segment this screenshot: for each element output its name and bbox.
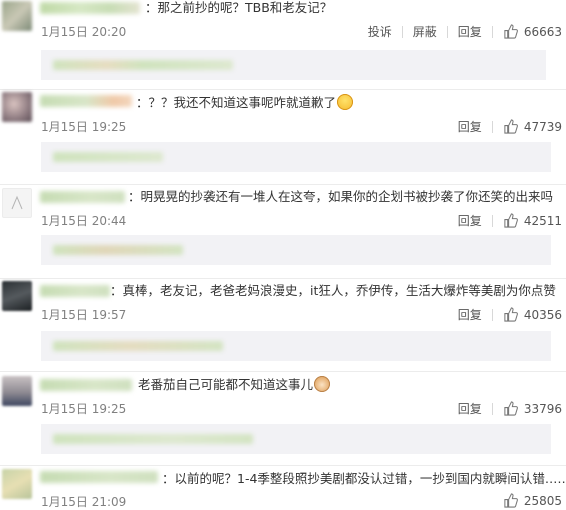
- separator: [446, 25, 448, 38]
- reply-preview[interactable]: [41, 331, 551, 361]
- thumbs-up-icon: [504, 213, 518, 228]
- comment-body: ：那之前抄的呢？TBB和老友记？: [145, 0, 333, 15]
- default-avatar-icon: [11, 195, 23, 210]
- avatar[interactable]: [2, 92, 32, 122]
- avatar[interactable]: [2, 281, 32, 311]
- like-button[interactable]: 42511: [503, 213, 562, 228]
- like-count: 47739: [523, 119, 562, 134]
- avatar[interactable]: [2, 188, 32, 218]
- timestamp: 1月15日 20:20: [41, 25, 127, 39]
- comment-text: ：以前的呢？1-4季整段照抄美剧都没认过错，一抄到国内就瞬间认错……: [162, 470, 566, 487]
- comment-body: ：以前的呢？1-4季整段照抄美剧都没认过错，一抄到国内就瞬间认错……: [162, 471, 566, 486]
- separator: [491, 308, 493, 321]
- timestamp: 1月15日 19:57: [41, 308, 127, 322]
- username[interactable]: [40, 471, 158, 483]
- reply-button[interactable]: 回复: [458, 23, 482, 40]
- reply-button[interactable]: 回复: [458, 400, 482, 417]
- block-button[interactable]: 屏蔽: [413, 23, 437, 40]
- like-count: 25805: [523, 493, 562, 508]
- like-button[interactable]: 47739: [503, 119, 562, 134]
- like-count: 33796: [523, 401, 562, 416]
- like-count: 40356: [523, 307, 562, 322]
- divider: [0, 278, 566, 279]
- timestamp: 1月15日 20:44: [41, 214, 127, 228]
- avatar[interactable]: [2, 469, 32, 499]
- like-button[interactable]: 40356: [503, 307, 562, 322]
- timestamp: 1月15日 21:09: [41, 495, 127, 509]
- like-button[interactable]: 33796: [503, 401, 562, 416]
- avatar[interactable]: [2, 376, 32, 406]
- thumbs-up-icon: [504, 307, 518, 322]
- laugh-cry-emoji-icon: [337, 94, 354, 110]
- username[interactable]: [40, 95, 132, 107]
- separator: [491, 402, 493, 415]
- reply-text: [53, 341, 223, 351]
- divider: [0, 371, 566, 372]
- separator: [491, 120, 493, 133]
- comment-body: ：明晃晃的抄袭还有一堆人在这夸，如果你的企划书被抄袭了你还笑的出来吗: [128, 189, 554, 204]
- reply-preview[interactable]: [41, 424, 551, 454]
- reply-button[interactable]: 回复: [458, 212, 482, 229]
- comment-actions: 25805: [503, 493, 562, 508]
- thumbs-up-icon: [504, 401, 518, 416]
- comment-actions: 投诉 屏蔽 回复 66663: [368, 23, 562, 40]
- like-count: 66663: [523, 24, 562, 39]
- comment-text: ：明晃晃的抄袭还有一堆人在这夸，如果你的企划书被抄袭了你还笑的出来吗: [128, 189, 553, 205]
- thumbs-up-icon: [504, 119, 518, 134]
- thumbs-up-icon: [504, 493, 518, 508]
- comment-text: ：那之前抄的呢？TBB和老友记？: [145, 0, 332, 16]
- divider: [0, 465, 566, 466]
- reply-preview[interactable]: [41, 142, 551, 172]
- comment-actions: 回复 47739: [458, 118, 562, 135]
- comment-actions: 回复 42511: [458, 212, 562, 229]
- comment-body: ：？？我还不知道这事呢咋就道歉了: [136, 95, 337, 110]
- comment-text: ：？？我还不知道这事呢咋就道歉了: [136, 94, 354, 111]
- thumbs-up-icon: [504, 24, 518, 39]
- cat-emoji-icon: [314, 376, 331, 392]
- reply-text: [53, 245, 183, 255]
- username[interactable]: [40, 379, 132, 391]
- username[interactable]: [40, 2, 140, 14]
- reply-preview[interactable]: [41, 235, 551, 265]
- reply-text: [53, 60, 233, 70]
- reply-preview[interactable]: [41, 50, 546, 80]
- comment-body: ：真棒，老友记，老爸老妈浪漫史，it狂人，乔伊传，生活大爆炸等美剧为你点赞: [110, 283, 556, 298]
- timestamp: 1月15日 19:25: [41, 402, 127, 416]
- separator: [491, 25, 493, 38]
- reply-text: [53, 434, 253, 444]
- timestamp: 1月15日 19:25: [41, 120, 127, 134]
- like-button[interactable]: 25805: [503, 493, 562, 508]
- username[interactable]: [40, 191, 125, 203]
- username[interactable]: [40, 285, 110, 297]
- like-count: 42511: [523, 213, 562, 228]
- separator: [491, 214, 493, 227]
- reply-button[interactable]: 回复: [458, 118, 482, 135]
- report-button[interactable]: 投诉: [368, 23, 392, 40]
- comment-actions: 回复 33796: [458, 400, 562, 417]
- reply-button[interactable]: 回复: [458, 306, 482, 323]
- avatar[interactable]: [2, 1, 32, 31]
- like-button[interactable]: 66663: [503, 24, 562, 39]
- comment-actions: 回复 40356: [458, 306, 562, 323]
- divider: [0, 184, 566, 185]
- comment-text: 老番茄自己可能都不知道这事儿: [138, 376, 331, 393]
- comment-body: 老番茄自己可能都不知道这事儿: [138, 377, 314, 392]
- reply-text: [53, 152, 163, 162]
- comment-text: ：真棒，老友记，老爸老妈浪漫史，it狂人，乔伊传，生活大爆炸等美剧为你点赞: [110, 283, 556, 299]
- separator: [401, 25, 403, 38]
- divider: [0, 89, 566, 90]
